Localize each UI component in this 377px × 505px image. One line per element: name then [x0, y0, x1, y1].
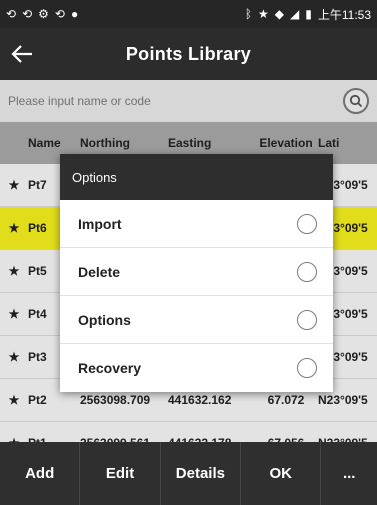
more-button[interactable]: ...: [321, 442, 377, 505]
option-recovery[interactable]: Recovery: [60, 344, 333, 392]
battery-icon: ▮: [305, 7, 312, 21]
wifi-icon: ◆: [274, 7, 285, 21]
option-label: Recovery: [78, 360, 142, 376]
options-dialog: Options Import Delete Options Recovery: [60, 154, 333, 392]
sync-icon: ⟲: [22, 7, 33, 21]
option-delete[interactable]: Delete: [60, 248, 333, 296]
title-bar: Points Library: [0, 28, 377, 80]
radio-button[interactable]: [297, 213, 317, 234]
status-left-icons: ⟲ ⟲ ⚙ ⟲ ●: [6, 7, 78, 21]
dialog-title: Options: [60, 154, 333, 200]
add-button[interactable]: Add: [0, 442, 81, 505]
radio-button[interactable]: [297, 309, 317, 330]
signal-icon: ◢: [290, 7, 300, 21]
option-import[interactable]: Import: [60, 200, 333, 248]
radio-button[interactable]: [297, 358, 317, 378]
location-pin-icon: ●: [70, 7, 79, 21]
bluetooth-icon: ᛒ: [244, 7, 253, 21]
edit-button[interactable]: Edit: [80, 442, 161, 505]
details-button[interactable]: Details: [161, 442, 242, 505]
option-label: Import: [78, 215, 122, 232]
star-icon: ★: [258, 7, 269, 21]
option-options[interactable]: Options: [60, 296, 333, 344]
page-title: Points Library: [125, 43, 252, 64]
back-button[interactable]: [0, 28, 44, 80]
settings-icon: ⚙: [38, 7, 49, 21]
sync-icon: ⟲: [6, 7, 17, 21]
bottom-toolbar: Add Edit Details OK ...: [0, 442, 377, 505]
status-right-icons: ᛒ ★ ◆ ◢ ▮ 上午11:53: [245, 6, 371, 23]
clock: 上午11:53: [317, 7, 371, 22]
option-label: Options: [78, 311, 131, 328]
ok-button[interactable]: OK: [241, 442, 322, 505]
option-label: Delete: [78, 263, 121, 280]
status-bar: ⟲ ⟲ ⚙ ⟲ ● ᛒ ★ ◆ ◢ ▮ 上午11:53: [0, 0, 377, 28]
sync-icon: ⟲: [54, 7, 65, 21]
radio-button[interactable]: [297, 261, 317, 282]
arrow-left-icon: [11, 45, 32, 63]
